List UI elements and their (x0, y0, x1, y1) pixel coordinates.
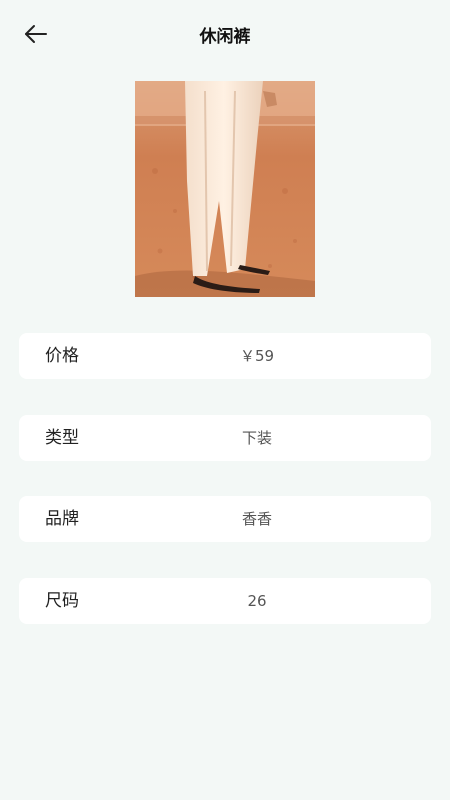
detail-label: 品牌 (45, 509, 79, 529)
page-title: 休闲裤 (199, 27, 251, 47)
product-photo (135, 81, 315, 297)
detail-row-size: 尺码 26 (19, 578, 431, 624)
detail-row-brand: 品牌 香香 (19, 496, 431, 542)
detail-value: 下装 (241, 429, 272, 447)
detail-label: 类型 (45, 428, 79, 448)
detail-label: 尺码 (45, 591, 79, 611)
detail-row-type: 类型 下装 (19, 415, 431, 461)
detail-value: 26 (247, 592, 267, 610)
detail-row-price: 价格 ￥59 (19, 333, 431, 379)
header: 休闲裤 (0, 0, 450, 68)
product-image (135, 81, 315, 297)
detail-value: 香香 (241, 510, 272, 528)
detail-label: 价格 (45, 346, 79, 366)
detail-value: ￥59 (239, 347, 275, 365)
